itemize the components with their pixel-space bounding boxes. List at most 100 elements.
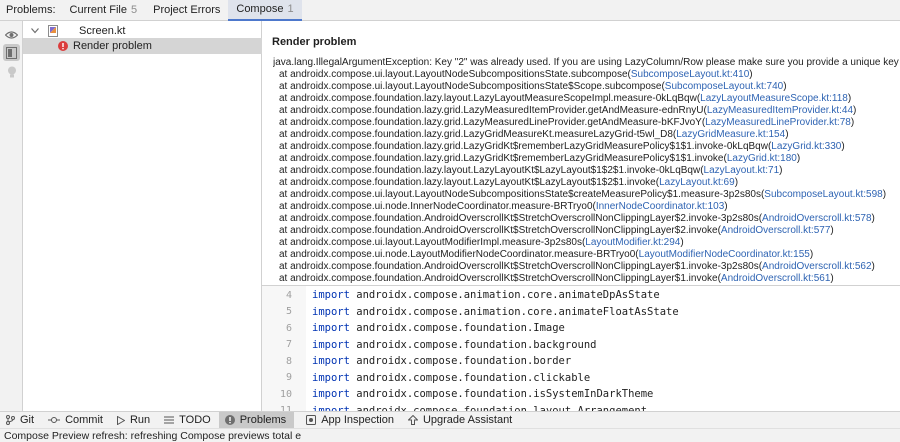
source-link[interactable]: LayoutModifierNodeCoordinator.kt:155 [639, 249, 810, 260]
code-text: import androidx.compose.foundation.Image [302, 322, 565, 334]
import-path: androidx.compose.foundation.clickable [356, 371, 591, 384]
source-link[interactable]: LazyMeasuredItemProvider.kt:44 [707, 105, 853, 116]
stack-frame-text: at androidx.compose.foundation.lazy.layo… [279, 165, 704, 176]
stack-frame: at androidx.compose.foundation.lazy.layo… [273, 165, 899, 177]
tab-label: Compose [236, 3, 284, 15]
stack-frame: at androidx.compose.ui.layout.LayoutModi… [273, 237, 899, 249]
source-link[interactable]: AndroidOverscroll.kt:562 [762, 261, 872, 272]
chevron-down-icon[interactable] [27, 28, 43, 34]
git-tool-button[interactable]: Git [0, 412, 42, 429]
exception-message: java.lang.IllegalArgumentException: Key … [273, 57, 899, 68]
stack-frame: at androidx.compose.foundation.lazy.grid… [273, 117, 899, 129]
run-label: Run [129, 414, 151, 426]
source-link[interactable]: LazyLayoutMeasureScope.kt:118 [700, 93, 848, 104]
code-text: import androidx.compose.animation.core.a… [302, 289, 660, 301]
upgrade-assistant-tool-button[interactable]: Upgrade Assistant [402, 412, 520, 429]
source-link[interactable]: LazyGridMeasure.kt:154 [676, 129, 785, 140]
todo-label: TODO [179, 414, 211, 426]
tab-project-errors[interactable]: Project Errors [145, 0, 228, 21]
todo-tool-button[interactable]: TODO [158, 412, 219, 429]
kotlin-file-icon [47, 25, 61, 37]
line-number: 8 [285, 355, 292, 367]
stack-frame: at androidx.compose.foundation.lazy.layo… [273, 93, 899, 105]
stack-frame-text: at androidx.compose.foundation.lazy.layo… [279, 93, 701, 104]
source-link[interactable]: LazyLayout.kt:71 [704, 165, 780, 176]
code-line: 10 import androidx.compose.foundation.isS… [262, 386, 900, 402]
tree-file-label: Screen.kt [79, 25, 126, 37]
keyword: import [312, 289, 350, 301]
eye-icon [5, 30, 18, 39]
commit-label: Commit [65, 414, 103, 426]
source-link[interactable]: LazyMeasuredLineProvider.kt:78 [705, 117, 851, 128]
line-number: 5 [285, 306, 292, 317]
code-line: 9 import androidx.compose.foundation.clic… [262, 370, 900, 386]
tool-window-bar: Git Commit Run TODO Problems App Inspect… [0, 411, 900, 429]
stack-frame-text: at androidx.compose.ui.layout.LayoutModi… [279, 237, 586, 248]
stack-frame: at androidx.compose.foundation.AndroidOv… [273, 225, 899, 237]
source-link[interactable]: LayoutModifier.kt:294 [585, 237, 680, 248]
source-link[interactable]: AndroidOverscroll.kt:578 [762, 213, 872, 224]
stack-frame: at androidx.compose.foundation.AndroidOv… [273, 261, 899, 273]
import-path: androidx.compose.animation.core.animateD… [356, 289, 660, 301]
stack-frame: at androidx.compose.ui.layout.LayoutNode… [273, 69, 899, 81]
code-line: 8 import androidx.compose.foundation.bord… [262, 353, 900, 369]
source-link[interactable]: LazyGrid.kt:330 [771, 141, 841, 152]
keyword: import [312, 388, 350, 400]
stack-frame-text: at androidx.compose.foundation.AndroidOv… [279, 213, 763, 224]
stack-frame: at androidx.compose.foundation.lazy.grid… [273, 129, 899, 141]
line-number: 6 [285, 322, 292, 334]
code-line: 4 import androidx.compose.animation.core.… [262, 287, 900, 303]
stack-frame-text: at androidx.compose.foundation.AndroidOv… [279, 261, 763, 272]
source-link[interactable]: SubcomposeLayout.kt:410 [631, 69, 749, 80]
run-tool-button[interactable]: Run [111, 412, 158, 429]
import-path: androidx.compose.animation.core.animateF… [356, 305, 679, 318]
code-text: import androidx.compose.animation.core.a… [302, 306, 679, 318]
stack-frame-text: at androidx.compose.foundation.lazy.layo… [279, 177, 660, 188]
git-branch-icon [6, 415, 15, 425]
detail-title: Render problem [272, 36, 357, 48]
source-link[interactable]: SubcomposeLayout.kt:598 [764, 189, 882, 200]
line-number: 10 [279, 388, 292, 400]
import-path: androidx.compose.foundation.isSystemInDa… [356, 388, 654, 400]
upgrade-assistant-icon [407, 415, 418, 425]
code-editor[interactable]: 4 import androidx.compose.animation.core.… [262, 286, 900, 411]
tab-compose[interactable]: Compose 1 [228, 0, 302, 21]
stack-frame-text: at androidx.compose.ui.layout.LayoutNode… [279, 81, 665, 92]
status-bar: Compose Preview refresh: refreshing Comp… [0, 428, 900, 442]
stack-frame: at androidx.compose.ui.node.LayoutModifi… [273, 249, 899, 261]
stack-frame: at androidx.compose.foundation.lazy.grid… [273, 105, 899, 117]
status-text: Compose Preview refresh: refreshing Comp… [4, 429, 302, 442]
problems-tab-bar: Problems: Current File 5 Project Errors … [0, 0, 900, 21]
code-text: import androidx.compose.foundation.backg… [302, 339, 596, 351]
problems-tool-button[interactable]: Problems [218, 411, 295, 429]
stack-trace: java.lang.IllegalArgumentException: Key … [273, 57, 899, 285]
tree-file-row[interactable]: Screen.kt [23, 23, 262, 39]
stack-frame: at androidx.compose.ui.node.InnerNodeCoo… [273, 201, 899, 213]
stack-frame-text: at androidx.compose.foundation.lazy.grid… [279, 141, 772, 152]
stack-frame-text: at androidx.compose.ui.layout.LayoutNode… [279, 69, 631, 80]
code-text: import androidx.compose.foundation.isSys… [302, 388, 653, 400]
source-link[interactable]: LazyGrid.kt:180 [727, 153, 797, 164]
source-link[interactable]: AndroidOverscroll.kt:577 [721, 225, 831, 236]
commit-icon [48, 416, 61, 424]
tab-current-file[interactable]: Current File 5 [62, 0, 146, 21]
source-link[interactable]: LazyLayout.kt:69 [659, 177, 735, 188]
stack-frame: at androidx.compose.foundation.AndroidOv… [273, 213, 899, 225]
source-link[interactable]: InnerNodeCoordinator.kt:103 [596, 201, 724, 212]
keyword: import [312, 371, 350, 384]
problems-tree: Screen.kt Render problem [23, 21, 262, 411]
stack-frame: at androidx.compose.foundation.lazy.grid… [273, 153, 899, 165]
show-eye-button[interactable] [3, 26, 20, 43]
quick-fix-button[interactable] [3, 63, 20, 80]
source-link[interactable]: SubcomposeLayout.kt:740 [665, 81, 783, 92]
tree-problem-label: Render problem [73, 40, 152, 52]
commit-tool-button[interactable]: Commit [42, 412, 111, 429]
app-inspection-tool-button[interactable]: App Inspection [300, 412, 402, 429]
keyword: import [312, 338, 350, 351]
stack-frame: at androidx.compose.foundation.lazy.layo… [273, 177, 899, 189]
preview-toggle-button[interactable] [3, 44, 20, 61]
stack-frame-text: at androidx.compose.foundation.AndroidOv… [279, 225, 721, 236]
todo-icon [164, 416, 175, 424]
tree-problem-row[interactable]: Render problem [23, 38, 262, 54]
source-link[interactable]: AndroidOverscroll.kt:561 [721, 273, 831, 284]
